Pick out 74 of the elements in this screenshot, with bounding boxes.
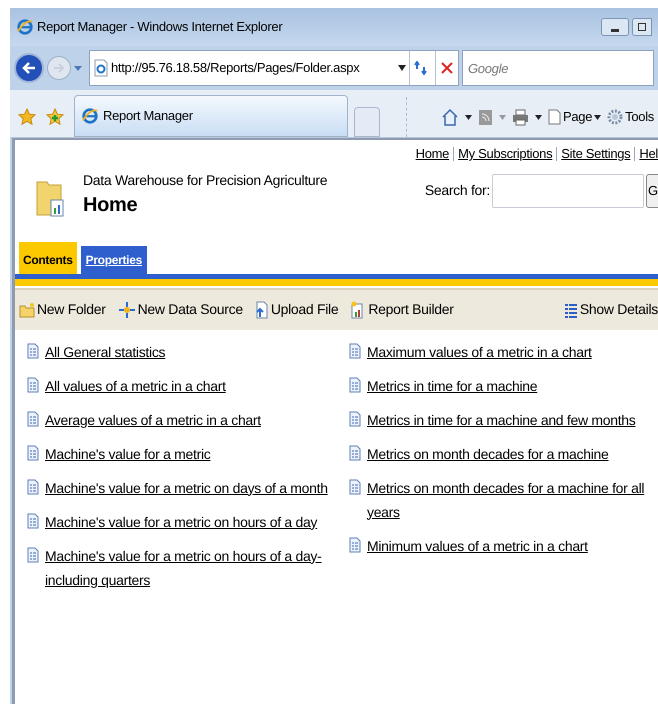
search-input[interactable] [492,174,644,208]
report-icon [349,342,361,358]
report-icon [349,478,361,494]
caret-icon[interactable] [464,114,472,120]
report-link[interactable]: Metrics on month decades for a machine [367,442,609,466]
report-link[interactable]: Minimum values of a metric in a chart [367,534,588,558]
maximize-button[interactable] [632,18,652,36]
report-icon [27,478,39,494]
caret-icon[interactable] [534,114,542,120]
toolbar-button[interactable]: Show Details [564,299,658,320]
report-icon [27,546,39,562]
arrows-icon [118,300,136,318]
report-icon [27,376,39,392]
report-icon [27,342,39,358]
minimize-button[interactable] [601,18,629,36]
stop-icon[interactable] [441,62,453,74]
report-link[interactable]: Metrics in time for a machine and few months [367,408,636,432]
gear-icon [607,109,624,125]
tab[interactable]: Properties [80,246,147,274]
maximize-icon [638,23,646,31]
header-link[interactable]: Hel [639,144,658,164]
report-link[interactable]: Maximum values of a metric in a chart [367,340,592,364]
report-icon [27,410,39,426]
document-upload-icon [254,300,269,318]
home-icon[interactable] [440,108,459,126]
page-menu[interactable]: Page [548,107,602,127]
dropdown-caret-icon[interactable] [398,65,406,71]
page-icon [548,109,561,125]
report-icon [27,512,39,528]
toolbar-button[interactable]: Report Builder [350,299,454,320]
report-link[interactable]: Average values of a metric in a chart [45,408,261,432]
report-icon [349,410,361,426]
browser-logo-icon [16,18,34,36]
header-link[interactable]: My Subscriptions [458,144,552,164]
report-link[interactable]: Metrics on month decades for a machine for all years [367,476,656,524]
toolbar-button[interactable]: New Folder [19,299,106,320]
page-icon [94,59,108,77]
search-label: Search for: [424,181,490,200]
favorites-star-icon[interactable] [18,108,36,126]
back-button[interactable] [14,53,44,83]
browser-logo-icon [81,107,99,125]
report-icon [349,376,361,392]
window-title: Report Manager - Windows Internet Explorer [37,18,282,36]
address-field[interactable]: http://95.76.18.58/Reports/Pages/Folder.aspx [89,50,459,86]
back-arrow-icon [22,62,36,74]
header-link[interactable]: Site Settings [561,144,630,164]
report-link[interactable]: Metrics in time for a machine [367,374,538,398]
report-link[interactable]: Machine's value for a metric on hours of a day-including quarters [45,544,345,592]
minimize-icon [611,29,619,32]
report-link[interactable]: Machine's value for a metric on days of a month [45,476,328,500]
report-link[interactable]: Machine's value for a metric on hours of a day [45,510,318,534]
caret-icon [594,114,602,120]
report-link[interactable]: All General statistics [45,340,166,364]
report-icon [27,444,39,460]
report-icon [349,444,361,460]
page-title: Home [83,192,138,218]
header-link[interactable]: Home [416,144,450,164]
site-name: Data Warehouse for Precision Agriculture [83,170,328,190]
go-button[interactable]: G [646,174,658,208]
browser-tab[interactable]: Report Manager [74,95,348,137]
toolbar-button[interactable]: Upload File [254,299,338,320]
folder-icon [19,302,35,318]
report-link[interactable]: All values of a metric in a chart [45,374,226,398]
tools-menu[interactable]: Tools [607,107,654,127]
report-link[interactable]: Machine's value for a metric [45,442,210,466]
list-icon [564,302,578,318]
report-icon [349,536,361,552]
search-field[interactable]: Google [462,50,654,86]
url-text: http://95.76.18.58/Reports/Pages/Folder.aspx [111,59,360,78]
printer-icon[interactable] [512,108,529,126]
tab[interactable]: Contents [19,242,77,274]
toolbar-button[interactable]: New Data Source [118,299,243,320]
refresh-icon[interactable] [414,61,428,75]
add-favorite-icon[interactable] [46,108,64,126]
